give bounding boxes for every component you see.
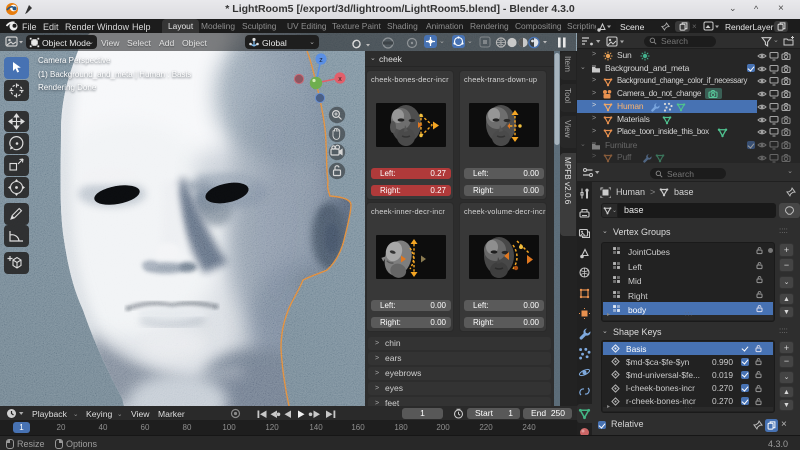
svg-text:x: x bbox=[338, 76, 342, 83]
svg-text:z: z bbox=[319, 57, 323, 64]
